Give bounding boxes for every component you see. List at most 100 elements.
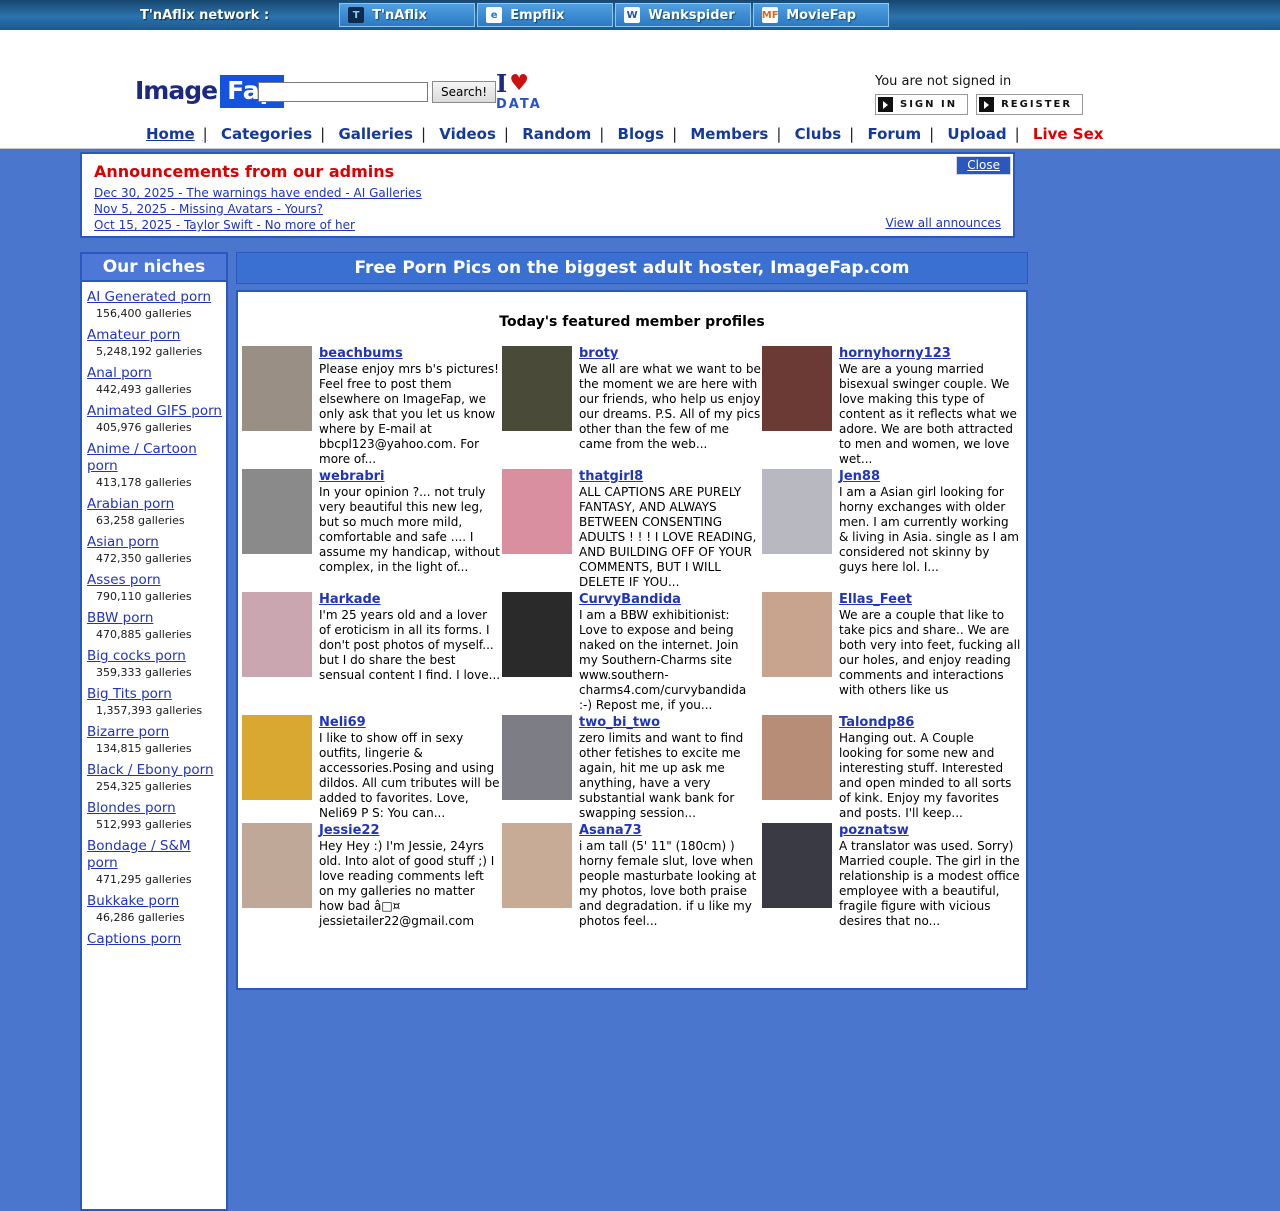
niche-link[interactable]: Big cocks porn (87, 648, 223, 665)
nav-link[interactable]: Blogs (618, 125, 686, 143)
profile-name-link[interactable]: broty (579, 346, 761, 361)
signin-status-text: You are not signed in (875, 74, 1083, 89)
nav-link[interactable]: Upload (947, 125, 1027, 143)
profile-thumbnail[interactable] (242, 346, 312, 431)
profile-thumbnail[interactable] (502, 715, 572, 800)
niche-link[interactable]: AI Generated porn (87, 289, 223, 306)
niche-item: Anal porn 442,493 galleries (87, 365, 223, 396)
network-site-button[interactable]: T T'nAflix (339, 3, 475, 27)
close-button[interactable]: Close (956, 156, 1011, 175)
profile-thumbnail[interactable] (762, 592, 832, 677)
niches-list: AI Generated porn 156,400 galleries Amat… (80, 280, 228, 1211)
nav-link[interactable]: Forum (867, 125, 942, 143)
profile-card: Neli69 I like to show off in sexy outfit… (242, 715, 502, 823)
niche-link[interactable]: Bukkake porn (87, 893, 223, 910)
niche-gallery-count: 63,258 galleries (96, 514, 223, 527)
profile-name-link[interactable]: poznatsw (839, 823, 1021, 838)
profile-description: zero limits and want to find other fetis… (579, 731, 761, 821)
niche-link[interactable]: Bondage / S&M porn (87, 838, 223, 872)
profile-description: I'm 25 years old and a lover of eroticis… (319, 608, 501, 683)
profile-name-link[interactable]: Neli69 (319, 715, 501, 730)
featured-profiles-title: Today's featured member profiles (238, 314, 1026, 330)
niche-gallery-count: 790,110 galleries (96, 590, 223, 603)
nav-link[interactable]: Categories (221, 125, 333, 143)
profile-thumbnail[interactable] (762, 823, 832, 908)
network-bar-label: T'nAflix network : (140, 8, 269, 23)
network-site-icon: W (624, 7, 640, 23)
profile-thumbnail[interactable] (242, 823, 312, 908)
profile-description: We are a couple that like to take pics a… (839, 608, 1021, 698)
niche-link[interactable]: Animated GIFS porn (87, 403, 223, 420)
profile-name-link[interactable]: Jessie22 (319, 823, 501, 838)
profile-name-link[interactable]: Harkade (319, 592, 501, 607)
network-site-button[interactable]: W Wankspider (615, 3, 751, 27)
nav-link[interactable]: Galleries (338, 125, 434, 143)
profile-description: A translator was used. Sorry) Married co… (839, 839, 1021, 929)
niche-link[interactable]: Blondes porn (87, 800, 223, 817)
profile-name-link[interactable]: webrabri (319, 469, 501, 484)
niche-gallery-count: 442,493 galleries (96, 383, 223, 396)
niche-item: Bondage / S&M porn 471,295 galleries (87, 838, 223, 886)
profile-thumbnail[interactable] (242, 592, 312, 677)
profile-name-link[interactable]: two_bi_two (579, 715, 761, 730)
niche-link[interactable]: Bizarre porn (87, 724, 223, 741)
network-site-button[interactable]: MF MovieFap (753, 3, 889, 27)
profile-thumbnail[interactable] (502, 823, 572, 908)
niche-link[interactable]: Black / Ebony porn (87, 762, 223, 779)
view-all-announces-link[interactable]: View all announces (886, 216, 1001, 230)
profile-thumbnail[interactable] (502, 592, 572, 677)
profile-name-link[interactable]: Talondp86 (839, 715, 1021, 730)
niche-link[interactable]: Arabian porn (87, 496, 223, 513)
niche-link[interactable]: BBW porn (87, 610, 223, 627)
register-button[interactable]: REGISTER (976, 94, 1083, 115)
profile-thumbnail[interactable] (502, 346, 572, 431)
niche-link[interactable]: Anime / Cartoon porn (87, 441, 223, 475)
nav-link[interactable]: Members (690, 125, 789, 143)
niche-item: Amateur porn 5,248,192 galleries (87, 327, 223, 358)
niche-gallery-count: 470,885 galleries (96, 628, 223, 641)
network-site-button[interactable]: e Empflix (477, 3, 613, 27)
profile-name-link[interactable]: Ellas_Feet (839, 592, 1021, 607)
profile-thumbnail[interactable] (762, 469, 832, 554)
nav-link[interactable]: Videos (439, 125, 517, 143)
network-site-label: T'nAflix (372, 8, 427, 23)
niche-link[interactable]: Amateur porn (87, 327, 223, 344)
network-site-label: Empflix (510, 8, 564, 23)
profile-thumbnail[interactable] (762, 346, 832, 431)
profile-thumbnail[interactable] (242, 715, 312, 800)
profile-name-link[interactable]: thatgirl8 (579, 469, 761, 484)
profile-name-link[interactable]: CurvyBandida (579, 592, 761, 607)
announcement-link[interactable]: Dec 30, 2025 - The warnings have ended -… (94, 185, 1013, 201)
niche-item: Arabian porn 63,258 galleries (87, 496, 223, 527)
niche-gallery-count: 472,350 galleries (96, 552, 223, 565)
i-love-data-logo[interactable]: I ♥ DATA (496, 72, 542, 111)
arrow-icon (979, 97, 994, 112)
network-site-icon: e (486, 7, 502, 23)
niche-item: Big cocks porn 359,333 galleries (87, 648, 223, 679)
profile-thumbnail[interactable] (762, 715, 832, 800)
profile-thumbnail[interactable] (242, 469, 312, 554)
nav-link[interactable]: Random (522, 125, 612, 143)
nav-link[interactable]: Home (146, 125, 216, 143)
profile-name-link[interactable]: Asana73 (579, 823, 761, 838)
search-input[interactable] (258, 82, 428, 102)
niche-link[interactable]: Anal porn (87, 365, 223, 382)
search-button[interactable]: Search! (432, 81, 496, 103)
niche-link[interactable]: Captions porn (87, 931, 223, 948)
announcement-link[interactable]: Oct 15, 2025 - Taylor Swift - No more of… (94, 217, 1013, 233)
sign-in-button[interactable]: SIGN IN (875, 94, 968, 115)
profile-name-link[interactable]: hornyhorny123 (839, 346, 1021, 361)
niche-link[interactable]: Big Tits porn (87, 686, 223, 703)
site-header: ImageFap Search! I ♥ DATA You are not si… (0, 30, 1280, 149)
niche-link[interactable]: Asian porn (87, 534, 223, 551)
niche-item: Black / Ebony porn 254,325 galleries (87, 762, 223, 793)
niche-link[interactable]: Asses porn (87, 572, 223, 589)
niche-item: Bizarre porn 134,815 galleries (87, 724, 223, 755)
profile-name-link[interactable]: Jen88 (839, 469, 1021, 484)
announcement-link[interactable]: Nov 5, 2025 - Missing Avatars - Yours? (94, 201, 1013, 217)
profile-name-link[interactable]: beachbums (319, 346, 501, 361)
nav-link[interactable]: Clubs (795, 125, 863, 143)
profile-description: Hanging out. A Couple looking for some n… (839, 731, 1021, 821)
profile-thumbnail[interactable] (502, 469, 572, 554)
nav-link[interactable]: Live Sex (1033, 125, 1104, 143)
